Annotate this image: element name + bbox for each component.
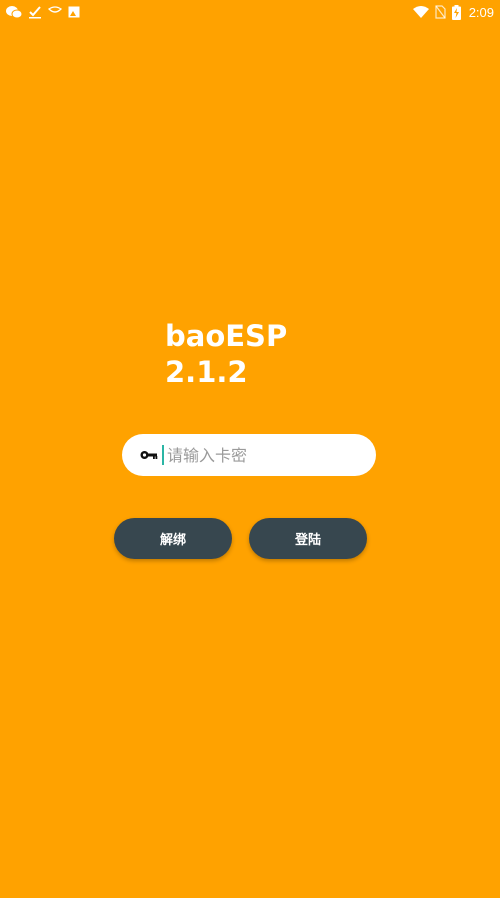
app-name: baoESP [165, 319, 288, 353]
system-icons: 2:09 [407, 4, 500, 20]
text-cursor [162, 445, 164, 465]
app-version: 2.1.2 [165, 355, 248, 389]
clock: 2:09 [468, 4, 494, 20]
key-field[interactable] [122, 434, 376, 476]
key-icon [140, 450, 158, 460]
app-title: baoESP 2.1.2 [165, 318, 287, 390]
image-icon [68, 6, 80, 18]
notification-icons [0, 5, 86, 19]
chat-bubble-icon [48, 6, 62, 18]
battery-charging-icon [451, 4, 461, 20]
unbind-button[interactable]: 解绑 [114, 518, 232, 559]
check-icon [28, 5, 42, 19]
no-sim-icon [435, 5, 446, 19]
wifi-icon [412, 6, 429, 18]
login-button[interactable]: 登陆 [249, 518, 367, 559]
key-input[interactable] [165, 444, 359, 466]
status-bar: 2:09 [0, 0, 500, 24]
wechat-icon [6, 5, 22, 19]
